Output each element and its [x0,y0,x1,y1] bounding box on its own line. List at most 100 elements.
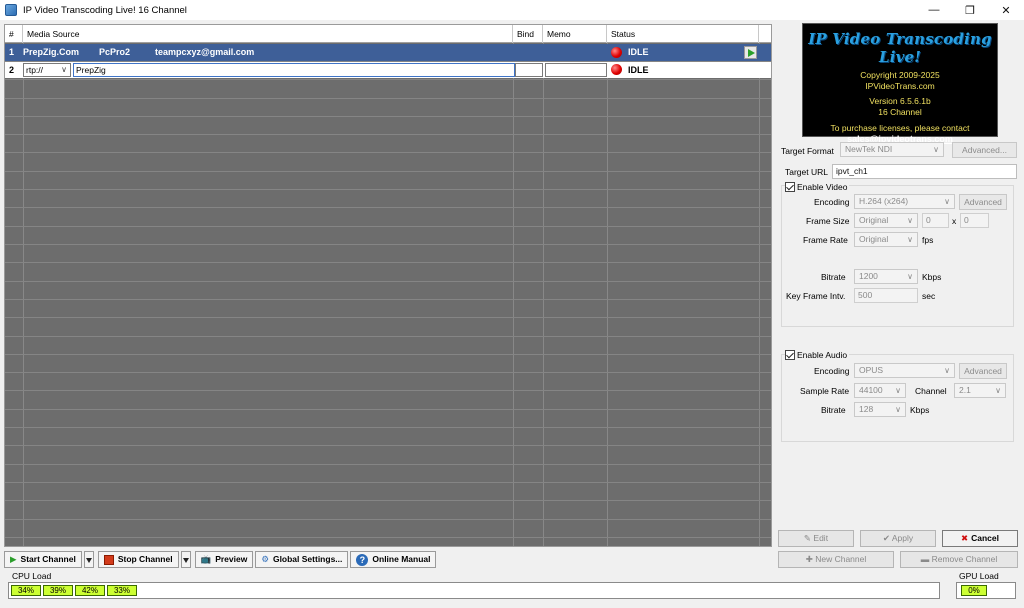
audio-advanced-button[interactable]: Advanced [959,363,1007,379]
settings-panel: IP Video Transcoding Live! Copyright 200… [776,20,1024,568]
header-memo[interactable]: Memo [543,25,607,43]
audio-encoding-value: OPUS [859,365,884,375]
chevron-down-icon: ∨ [944,366,950,375]
target-format-select[interactable]: NewTek NDI ∨ [840,142,944,157]
video-encoding-label: Encoding [814,197,850,207]
chevron-down-icon: ∨ [907,235,913,244]
grid-column-line [759,43,760,546]
grid-row-line [5,427,771,428]
status-indicator-icon [611,64,622,75]
frame-size-select[interactable]: Original ∨ [854,213,918,228]
chevron-down-icon: ∨ [907,272,913,281]
edit-button[interactable]: ✎ Edit [778,530,854,547]
cpu-load-label: CPU Load [12,571,52,581]
audio-bitrate-value: 128 [859,404,874,414]
bind-field[interactable] [515,63,543,77]
logo-title: IP Video Transcoding Live! [808,30,992,66]
audio-encoding-select[interactable]: OPUS ∨ [854,363,955,378]
header-status[interactable]: Status [607,25,759,43]
cpu-core-load: 39% [43,585,73,596]
grid-row-line [5,171,771,172]
enable-video-checkbox[interactable]: Enable Video [785,182,850,192]
chevron-down-icon: ∨ [907,216,913,225]
apply-button[interactable]: ✔ Apply [860,530,936,547]
target-url-input[interactable]: ipvt_ch1 [832,164,1017,179]
sample-rate-value: 44100 [859,385,883,395]
grid-row-line [5,79,771,80]
grid-row-line [5,317,771,318]
protocol-select[interactable]: rtp:// ∨ [23,63,71,77]
video-bitrate-select[interactable]: 1200 ∨ [854,269,918,284]
online-manual-button[interactable]: ? Online Manual [350,551,437,568]
key-frame-input[interactable]: 500 [854,288,918,303]
grid-row-line [5,152,771,153]
remove-channel-button[interactable]: ▬ Remove Channel [900,551,1018,568]
channel-email: teampcxyz@gmail.com [155,47,255,57]
frame-size-value: Original [859,215,889,225]
video-advanced-button[interactable]: Advanced [959,194,1007,210]
stop-channel-dropdown[interactable] [180,551,191,568]
help-icon: ? [356,553,369,566]
logo-copyright: Copyright 2009-2025 [860,70,940,80]
grid-row-line [5,336,771,337]
video-bitrate-value: 1200 [859,271,878,281]
table-row[interactable]: 2 rtp:// ∨ PrepZig IDLE [5,62,771,78]
chevron-down-icon: ∨ [895,405,901,414]
channel-status: IDLE [628,65,649,75]
frame-width-input[interactable]: 0 [922,213,949,228]
stop-channel-button[interactable]: Stop Channel [97,551,179,568]
grid-column-line [607,43,608,546]
close-button[interactable]: ✕ [988,0,1024,20]
audio-kbps-label: Kbps [910,405,930,415]
audio-bitrate-select[interactable]: 128 ∨ [854,402,906,417]
header-bind[interactable]: Bind [513,25,543,43]
start-channel-button[interactable]: ▶ Start Channel [4,551,82,568]
target-advanced-button[interactable]: Advanced... [952,142,1017,158]
global-settings-label: Global Settings... [272,554,343,564]
grid-row-line [5,299,771,300]
header-media-source[interactable]: Media Source [23,25,513,43]
about-logo: IP Video Transcoding Live! Copyright 200… [802,23,998,144]
memo-field[interactable] [545,63,607,77]
frame-rate-value: Original [859,234,889,244]
start-channel-dropdown[interactable] [83,551,94,568]
gear-icon: ⚙ [261,554,269,564]
global-settings-button[interactable]: ⚙ Global Settings... [255,551,349,568]
media-source-input[interactable]: PrepZig [73,63,515,77]
frame-rate-label: Frame Rate [803,235,848,245]
video-encoding-select[interactable]: H.264 (x264) ∨ [854,194,955,209]
stop-icon [103,554,114,565]
grid-header: # Media Source Bind Memo Status [5,25,771,43]
row-number: 1 [9,47,15,57]
video-bitrate-label: Bitrate [821,272,846,282]
new-channel-button[interactable]: ✚ New Channel [778,551,894,568]
status-indicator-icon [611,47,622,58]
channel-select[interactable]: 2.1 ∨ [954,383,1006,398]
cancel-button[interactable]: ✖ Cancel [942,530,1018,547]
maximize-button[interactable]: ❐ [952,0,988,20]
play-icon[interactable] [744,46,757,59]
grid-row-line [5,464,771,465]
table-row[interactable]: 1 PrepZig.Com PcPro2 teampcxyz@gmail.com… [5,44,771,61]
frame-rate-select[interactable]: Original ∨ [854,232,918,247]
target-url-label: Target URL [785,167,828,177]
title-bar: IP Video Transcoding Live! 16 Channel — … [0,0,1024,20]
channel-grid[interactable]: # Media Source Bind Memo Status 1 PrepZi… [4,24,772,547]
start-channel-label: Start Channel [20,554,76,564]
header-number[interactable]: # [5,25,23,43]
grid-column-line [513,43,514,546]
gpu-load-meter: 0% [956,582,1016,599]
minimize-button[interactable]: — [916,0,952,20]
gpu-load-value: 0% [961,585,987,596]
preview-button[interactable]: 📺 Preview [194,551,254,568]
remove-channel-label: Remove Channel [931,554,998,564]
cpu-core-load: 42% [75,585,105,596]
grid-row-line [5,519,771,520]
channel-toolbar: ▶ Start Channel Stop Channel 📺 Preview ⚙ Gl… [4,551,438,568]
frame-height-input[interactable]: 0 [960,213,989,228]
app-icon [5,4,17,16]
play-icon: ▶ [10,554,17,564]
enable-audio-checkbox[interactable]: Enable Audio [785,350,850,360]
sample-rate-select[interactable]: 44100 ∨ [854,383,906,398]
video-kbps-label: Kbps [922,272,942,282]
